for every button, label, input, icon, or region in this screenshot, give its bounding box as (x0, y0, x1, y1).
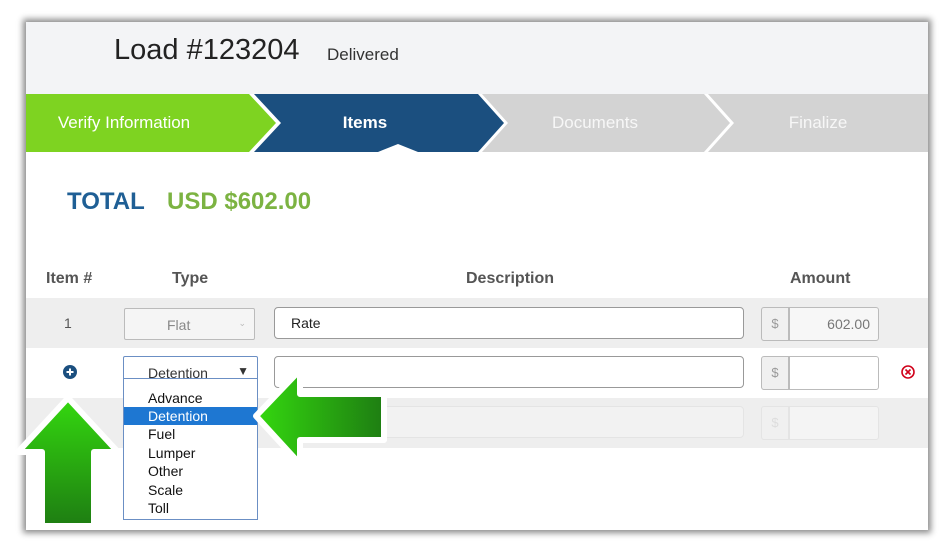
green-arrow-icon (253, 367, 387, 467)
green-arrow-icon (15, 395, 121, 529)
annotation-arrows (15, 367, 387, 529)
